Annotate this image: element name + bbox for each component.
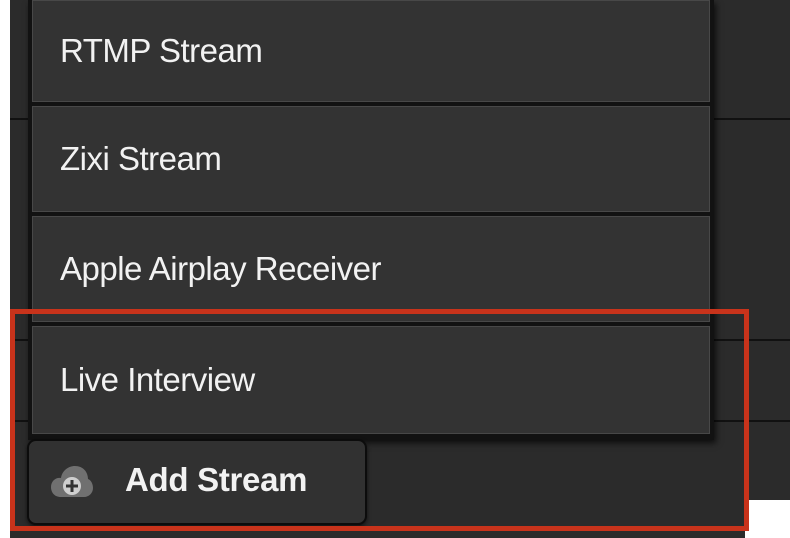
- add-stream-button[interactable]: Add Stream: [27, 439, 367, 525]
- cloud-plus-icon: [51, 465, 93, 499]
- menu-item-apple-airplay-receiver[interactable]: Apple Airplay Receiver: [32, 216, 710, 322]
- menu-item-live-interview[interactable]: Live Interview: [32, 326, 710, 434]
- menu-item-label: Live Interview: [60, 361, 255, 398]
- add-stream-label: Add Stream: [125, 461, 308, 498]
- background-edge: [745, 500, 790, 538]
- menu-item-label: Zixi Stream: [60, 140, 222, 177]
- menu-item-rtmp-stream[interactable]: RTMP Stream: [32, 0, 710, 102]
- menu-item-label: Apple Airplay Receiver: [60, 250, 382, 287]
- menu-item-zixi-stream[interactable]: Zixi Stream: [32, 106, 710, 212]
- menu-item-label: RTMP Stream: [60, 32, 263, 69]
- stream-type-menu: RTMP Stream Zixi Stream Apple Airplay Re…: [28, 0, 714, 440]
